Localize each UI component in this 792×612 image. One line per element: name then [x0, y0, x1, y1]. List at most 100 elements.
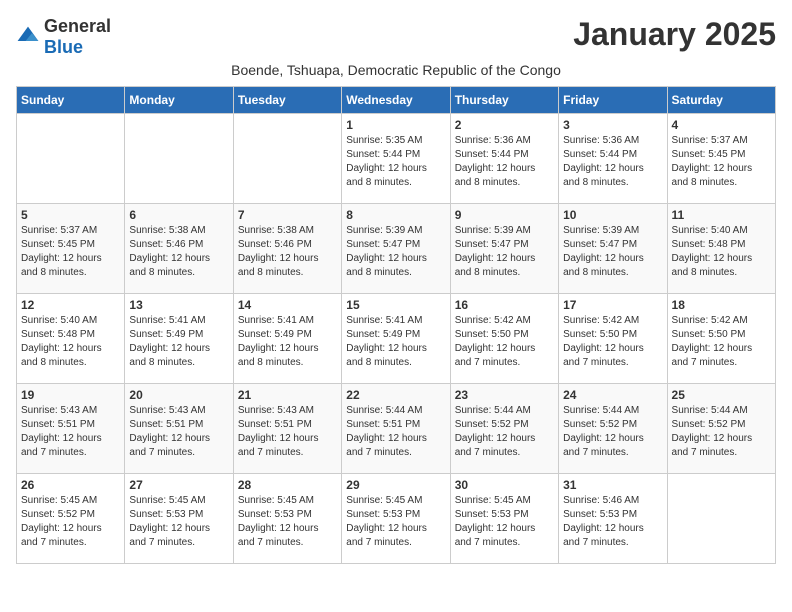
day-header-thursday: Thursday — [450, 87, 558, 114]
calendar-cell — [125, 114, 233, 204]
day-info: Sunrise: 5:40 AM Sunset: 5:48 PM Dayligh… — [21, 314, 120, 370]
calendar-cell: 25 Sunrise: 5:44 AM Sunset: 5:52 PM Dayli… — [667, 384, 775, 474]
day-number: 16 — [455, 298, 554, 312]
day-info: Sunrise: 5:35 AM Sunset: 5:44 PM Dayligh… — [346, 134, 445, 190]
day-info: Sunrise: 5:45 AM Sunset: 5:53 PM Dayligh… — [129, 494, 228, 550]
calendar-cell: 30 Sunrise: 5:45 AM Sunset: 5:53 PM Dayli… — [450, 474, 558, 564]
calendar-cell: 2 Sunrise: 5:36 AM Sunset: 5:44 PM Daylig… — [450, 114, 558, 204]
week-row-3: 12 Sunrise: 5:40 AM Sunset: 5:48 PM Dayli… — [17, 294, 776, 384]
day-header-saturday: Saturday — [667, 87, 775, 114]
day-number: 17 — [563, 298, 662, 312]
day-header-sunday: Sunday — [17, 87, 125, 114]
day-number: 14 — [238, 298, 337, 312]
day-info: Sunrise: 5:39 AM Sunset: 5:47 PM Dayligh… — [563, 224, 662, 280]
day-header-monday: Monday — [125, 87, 233, 114]
logo: General Blue — [16, 16, 111, 58]
calendar-cell — [233, 114, 341, 204]
day-header-tuesday: Tuesday — [233, 87, 341, 114]
day-number: 10 — [563, 208, 662, 222]
calendar-cell: 1 Sunrise: 5:35 AM Sunset: 5:44 PM Daylig… — [342, 114, 450, 204]
calendar-cell: 13Sunrise: 5:41 AM Sunset: 5:49 PM Dayli… — [125, 294, 233, 384]
day-number: 11 — [672, 208, 771, 222]
day-info: Sunrise: 5:43 AM Sunset: 5:51 PM Dayligh… — [238, 404, 337, 460]
day-number: 28 — [238, 478, 337, 492]
day-number: 2 — [455, 118, 554, 132]
day-number: 22 — [346, 388, 445, 402]
day-info: Sunrise: 5:42 AM Sunset: 5:50 PM Dayligh… — [563, 314, 662, 370]
day-info: Sunrise: 5:36 AM Sunset: 5:44 PM Dayligh… — [455, 134, 554, 190]
calendar-cell: 4 Sunrise: 5:37 AM Sunset: 5:45 PM Daylig… — [667, 114, 775, 204]
calendar-cell: 28 Sunrise: 5:45 AM Sunset: 5:53 PM Dayli… — [233, 474, 341, 564]
days-header-row: SundayMondayTuesdayWednesdayThursdayFrid… — [17, 87, 776, 114]
logo-blue: Blue — [44, 37, 83, 57]
day-info: Sunrise: 5:44 AM Sunset: 5:51 PM Dayligh… — [346, 404, 445, 460]
calendar-cell: 11 Sunrise: 5:40 AM Sunset: 5:48 PM Dayli… — [667, 204, 775, 294]
month-title: January 2025 — [573, 16, 776, 53]
day-number: 6 — [129, 208, 228, 222]
day-info: Sunrise: 5:41 AM Sunset: 5:49 PM Dayligh… — [346, 314, 445, 370]
day-number: 15 — [346, 298, 445, 312]
logo-icon — [16, 25, 40, 49]
subtitle: Boende, Tshuapa, Democratic Republic of … — [16, 62, 776, 78]
day-info: Sunrise: 5:36 AM Sunset: 5:44 PM Dayligh… — [563, 134, 662, 190]
day-number: 31 — [563, 478, 662, 492]
day-number: 4 — [672, 118, 771, 132]
calendar-cell: 7 Sunrise: 5:38 AM Sunset: 5:46 PM Daylig… — [233, 204, 341, 294]
day-info: Sunrise: 5:44 AM Sunset: 5:52 PM Dayligh… — [455, 404, 554, 460]
day-info: Sunrise: 5:45 AM Sunset: 5:53 PM Dayligh… — [455, 494, 554, 550]
day-info: Sunrise: 5:37 AM Sunset: 5:45 PM Dayligh… — [672, 134, 771, 190]
day-number: 1 — [346, 118, 445, 132]
calendar-cell: 9Sunrise: 5:39 AM Sunset: 5:47 PM Daylig… — [450, 204, 558, 294]
day-info: Sunrise: 5:38 AM Sunset: 5:46 PM Dayligh… — [129, 224, 228, 280]
day-number: 30 — [455, 478, 554, 492]
day-info: Sunrise: 5:38 AM Sunset: 5:46 PM Dayligh… — [238, 224, 337, 280]
calendar-cell: 16 Sunrise: 5:42 AM Sunset: 5:50 PM Dayli… — [450, 294, 558, 384]
day-info: Sunrise: 5:42 AM Sunset: 5:50 PM Dayligh… — [672, 314, 771, 370]
week-row-4: 19 Sunrise: 5:43 AM Sunset: 5:51 PM Dayli… — [17, 384, 776, 474]
week-row-1: 1 Sunrise: 5:35 AM Sunset: 5:44 PM Daylig… — [17, 114, 776, 204]
day-info: Sunrise: 5:42 AM Sunset: 5:50 PM Dayligh… — [455, 314, 554, 370]
header: General Blue January 2025 — [16, 16, 776, 58]
day-number: 19 — [21, 388, 120, 402]
calendar-cell: 20Sunrise: 5:43 AM Sunset: 5:51 PM Dayli… — [125, 384, 233, 474]
calendar-cell: 10 Sunrise: 5:39 AM Sunset: 5:47 PM Dayli… — [559, 204, 667, 294]
day-header-wednesday: Wednesday — [342, 87, 450, 114]
day-info: Sunrise: 5:43 AM Sunset: 5:51 PM Dayligh… — [21, 404, 120, 460]
calendar-table: SundayMondayTuesdayWednesdayThursdayFrid… — [16, 86, 776, 564]
calendar-cell: 5Sunrise: 5:37 AM Sunset: 5:45 PM Daylig… — [17, 204, 125, 294]
calendar-cell: 14 Sunrise: 5:41 AM Sunset: 5:49 PM Dayli… — [233, 294, 341, 384]
day-number: 20 — [129, 388, 228, 402]
calendar-cell: 6 Sunrise: 5:38 AM Sunset: 5:46 PM Daylig… — [125, 204, 233, 294]
day-info: Sunrise: 5:44 AM Sunset: 5:52 PM Dayligh… — [563, 404, 662, 460]
calendar-cell: 29 Sunrise: 5:45 AM Sunset: 5:53 PM Dayli… — [342, 474, 450, 564]
day-number: 5 — [21, 208, 120, 222]
calendar-cell: 31Sunrise: 5:46 AM Sunset: 5:53 PM Dayli… — [559, 474, 667, 564]
day-info: Sunrise: 5:44 AM Sunset: 5:52 PM Dayligh… — [672, 404, 771, 460]
day-info: Sunrise: 5:39 AM Sunset: 5:47 PM Dayligh… — [455, 224, 554, 280]
day-number: 24 — [563, 388, 662, 402]
day-info: Sunrise: 5:41 AM Sunset: 5:49 PM Dayligh… — [238, 314, 337, 370]
day-info: Sunrise: 5:39 AM Sunset: 5:47 PM Dayligh… — [346, 224, 445, 280]
day-number: 25 — [672, 388, 771, 402]
day-number: 26 — [21, 478, 120, 492]
calendar-cell: 24 Sunrise: 5:44 AM Sunset: 5:52 PM Dayli… — [559, 384, 667, 474]
calendar-cell: 21 Sunrise: 5:43 AM Sunset: 5:51 PM Dayli… — [233, 384, 341, 474]
day-number: 29 — [346, 478, 445, 492]
day-info: Sunrise: 5:45 AM Sunset: 5:53 PM Dayligh… — [238, 494, 337, 550]
day-info: Sunrise: 5:45 AM Sunset: 5:53 PM Dayligh… — [346, 494, 445, 550]
day-number: 27 — [129, 478, 228, 492]
page-container: General Blue January 2025 Boende, Tshuap… — [16, 16, 776, 564]
day-number: 7 — [238, 208, 337, 222]
day-number: 12 — [21, 298, 120, 312]
day-number: 21 — [238, 388, 337, 402]
day-number: 8 — [346, 208, 445, 222]
day-info: Sunrise: 5:40 AM Sunset: 5:48 PM Dayligh… — [672, 224, 771, 280]
calendar-cell: 26Sunrise: 5:45 AM Sunset: 5:52 PM Dayli… — [17, 474, 125, 564]
day-header-friday: Friday — [559, 87, 667, 114]
calendar-cell — [17, 114, 125, 204]
calendar-cell: 3Sunrise: 5:36 AM Sunset: 5:44 PM Daylig… — [559, 114, 667, 204]
calendar-cell — [667, 474, 775, 564]
day-number: 23 — [455, 388, 554, 402]
week-row-5: 26Sunrise: 5:45 AM Sunset: 5:52 PM Dayli… — [17, 474, 776, 564]
calendar-cell: 12 Sunrise: 5:40 AM Sunset: 5:48 PM Dayli… — [17, 294, 125, 384]
